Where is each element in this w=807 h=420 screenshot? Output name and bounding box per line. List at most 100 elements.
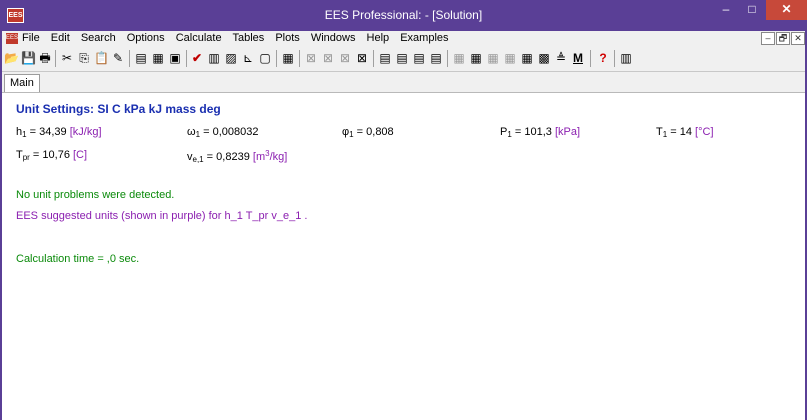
image-icon[interactable]: ▩ [537,51,551,65]
table-window-1-icon[interactable]: ▦ [452,51,466,65]
title-bar[interactable]: EES EES Professional: - [Solution] – □ ✕ [0,0,807,30]
tab-main[interactable]: Main [4,74,40,92]
calculator-tool-icon[interactable]: ▥ [619,51,633,65]
var-omega1-value: 0,008032 [212,126,259,138]
var-T1-sub: 1 [662,130,668,139]
var-T1-value: 14 [679,126,692,138]
equations-window-icon[interactable]: ▤ [134,51,148,65]
var-phi1-sub: 1 [349,130,354,139]
unit-settings-heading: Unit Settings: SI C kPa kJ mass deg [16,102,221,116]
close-button[interactable]: ✕ [766,0,807,20]
print-icon[interactable]: 🖶 [38,51,52,65]
var-phi1-value: 0,808 [366,126,394,138]
var-h1-value: 34,39 [39,126,67,138]
model-icon[interactable]: M [571,51,585,65]
window-title: EES Professional: - [Solution] [324,8,483,22]
var-ve1-unit: [m3/kg] [253,149,288,163]
var-h1-sub: 1 [22,130,27,139]
menu-search[interactable]: Search [81,32,116,44]
var-P1-unit: [kPa] [554,126,581,138]
plot-window-1-icon[interactable]: ⊠ [304,51,318,65]
toolbar: 📂 💾 🖶 ✂ ⎘ 📋 ✎ ▤ ▦ ▣ ✔ ▥ ▨ ⊾ ▢ ▦ ⊠ ⊠ ⊠ ⊠ … [2,46,805,72]
check-icon[interactable]: ✔ [190,51,204,65]
toolbar-separator [299,50,300,67]
menu-calculate[interactable]: Calculate [176,32,222,44]
table-icon[interactable]: ▦ [281,51,295,65]
toolbar-separator [129,50,130,67]
no-unit-problems-message: No unit problems were detected. [16,189,175,201]
var-ve1-sub: e,1 [192,155,204,164]
var-omega1-name: ω [187,126,196,138]
var-Tpr-sub: pr [22,153,30,162]
var-ve1-unit-post: /kg] [269,151,288,163]
plot-window-3-icon[interactable]: ⊠ [338,51,352,65]
toolbar-separator [590,50,591,67]
table-window-5-icon[interactable]: ▦ [520,51,534,65]
plot-window-2-icon[interactable]: ⊠ [321,51,335,65]
var-T1: T1 = 14 [°C] [656,126,714,139]
toolbar-separator [373,50,374,67]
plot-icon[interactable]: ⊾ [241,51,255,65]
var-T1-name: T [656,126,663,138]
copy-icon[interactable]: ⎘ [77,51,91,65]
var-omega1-sub: 1 [195,130,201,139]
app-window: EES EES Professional: - [Solution] – □ ✕… [0,0,807,420]
var-Tpr-name: T [16,149,23,161]
tab-bar: Main [2,72,805,93]
table-window-3-icon[interactable]: ▦ [486,51,500,65]
lookup-table-icon[interactable]: ▤ [395,51,409,65]
var-P1: P1 = 101,3 [kPa] [500,126,581,139]
chart-icon[interactable]: ▨ [224,51,238,65]
var-P1-value: 101,3 [524,126,552,138]
si-units-icon[interactable]: ▣ [168,51,182,65]
var-h1-unit: [kJ/kg] [69,126,102,138]
integral-table-icon[interactable]: ▤ [429,51,443,65]
menu-edit[interactable]: Edit [51,32,70,44]
toolbar-separator [186,50,187,67]
plot-window-4-icon[interactable]: ⊠ [355,51,369,65]
menu-file[interactable]: File [22,32,40,44]
toolbar-separator [614,50,615,67]
menu-tables[interactable]: Tables [232,32,264,44]
var-Tpr-value: 10,76 [42,149,70,161]
arrays-table-icon[interactable]: ▤ [412,51,426,65]
maximize-button[interactable]: □ [739,0,765,20]
formatted-equations-icon[interactable]: ▦ [151,51,165,65]
menu-windows[interactable]: Windows [311,32,356,44]
help-icon[interactable]: ? [596,51,610,65]
mdi-restore-button[interactable]: 🗗 [776,32,790,45]
menu-help[interactable]: Help [367,32,390,44]
table-window-4-icon[interactable]: ▦ [503,51,517,65]
save-icon[interactable]: 💾 [21,51,36,65]
toolbar-separator [55,50,56,67]
mdi-minimize-button[interactable]: – [761,32,775,45]
table-window-2-icon[interactable]: ▦ [469,51,483,65]
open-icon[interactable]: 📂 [4,51,19,65]
menu-plots[interactable]: Plots [275,32,299,44]
var-ve1-value: 0,8239 [216,151,250,163]
toolbar-separator [276,50,277,67]
var-h1: h1 = 34,39 [kJ/kg] [16,126,102,139]
parametric-table-icon[interactable]: ▤ [378,51,392,65]
var-P1-sub: 1 [507,130,512,139]
menu-examples[interactable]: Examples [400,32,448,44]
mdi-close-button[interactable]: ✕ [791,32,805,45]
document-icon[interactable]: EES [6,33,18,44]
menu-options[interactable]: Options [127,32,165,44]
suggested-units-message: EES suggested units (shown in purple) fo… [16,210,308,222]
cut-icon[interactable]: ✂ [60,51,74,65]
var-ve1: ve,1 = 0,8239 [m3/kg] [187,149,288,164]
format-icon[interactable]: ✎ [111,51,125,65]
var-omega1: ω1 = 0,008032 [187,126,259,139]
calculator-icon[interactable]: ▥ [207,51,221,65]
property-icon[interactable]: ≜ [554,51,568,65]
var-phi1: φ1 = 0,808 [342,126,394,139]
menu-bar: EES File Edit Search Options Calculate T… [2,31,805,46]
paste-icon[interactable]: 📋 [94,51,109,65]
var-Tpr-unit: [C] [73,149,88,161]
diagram-icon[interactable]: ▢ [258,51,272,65]
solution-window: Unit Settings: SI C kPa kJ mass deg h1 =… [2,93,805,420]
var-T1-unit: [°C] [695,126,714,138]
minimize-button[interactable]: – [713,0,739,20]
var-Tpr: Tpr = 10,76 [C] [16,149,88,162]
